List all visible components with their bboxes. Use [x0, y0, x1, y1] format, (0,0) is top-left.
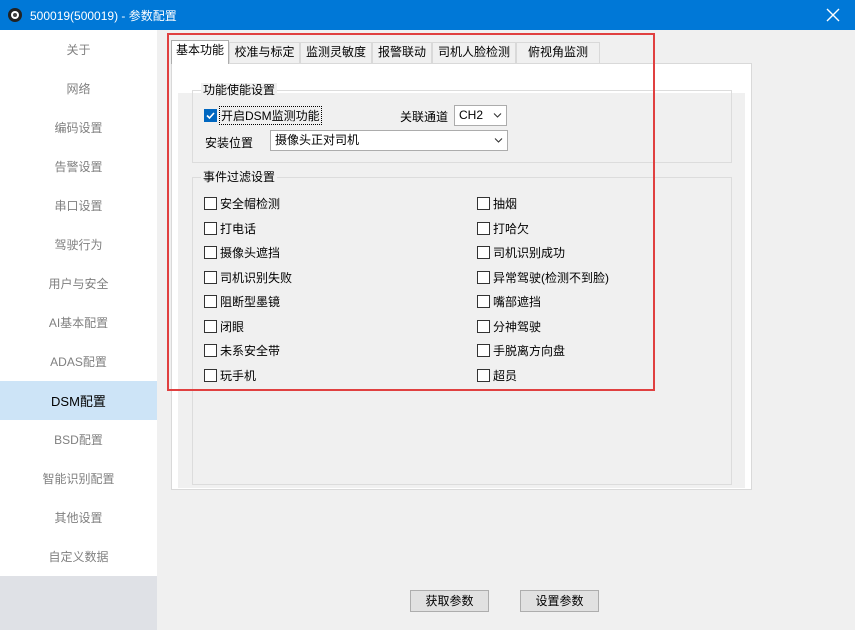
- checkbox-icon: [477, 271, 490, 284]
- event-checkbox-hands-off-wheel[interactable]: 手脱离方向盘: [477, 342, 565, 359]
- event-checkbox-driver-id-success[interactable]: 司机识别成功: [477, 244, 565, 261]
- close-button[interactable]: [811, 0, 855, 30]
- title-bar: 500019(500019) - 参数配置: [0, 0, 855, 30]
- event-checkbox-mouth-blocked[interactable]: 嘴部遮挡: [477, 293, 541, 310]
- event-checkbox-yawning[interactable]: 打哈欠: [477, 220, 529, 237]
- set-params-button[interactable]: 设置参数: [520, 590, 599, 612]
- sidebar-item-serial[interactable]: 串口设置: [0, 186, 157, 225]
- checkbox-icon: [477, 369, 490, 382]
- event-checkbox-eyes-closed[interactable]: 闭眼: [204, 318, 244, 335]
- event-label: 嘴部遮挡: [493, 295, 542, 309]
- enable-dsm-checkbox[interactable]: 开启DSM监测功能: [204, 106, 322, 125]
- main-panel: 基本功能 校准与标定 监测灵敏度 报警联动 司机人脸检测 俯视角监测 功能使能设…: [157, 30, 855, 630]
- event-label: 闭眼: [220, 320, 245, 334]
- checkbox-icon: [204, 344, 217, 357]
- tab-basic-function[interactable]: 基本功能: [171, 40, 229, 64]
- event-label: 未系安全带: [220, 344, 281, 358]
- function-enable-title: 功能使能设置: [201, 83, 278, 97]
- event-label: 摄像头遮挡: [220, 246, 281, 260]
- chevron-down-icon: [494, 138, 503, 143]
- tab-face-detection[interactable]: 司机人脸检测: [432, 42, 516, 63]
- event-checkbox-driver-id-fail[interactable]: 司机识别失败: [204, 269, 292, 286]
- checkbox-icon: [204, 246, 217, 259]
- sidebar-item-other[interactable]: 其他设置: [0, 498, 157, 537]
- sidebar-item-adas[interactable]: ADAS配置: [0, 342, 157, 381]
- checkbox-icon: [477, 246, 490, 259]
- event-label: 安全帽检测: [220, 197, 281, 211]
- app-icon: [6, 6, 24, 24]
- event-checkbox-phone-call[interactable]: 打电话: [204, 220, 256, 237]
- tab-content: 功能使能设置 开启DSM监测功能 关联通道 CH2 安装位置 摄像头正对司机 事…: [178, 83, 745, 488]
- event-checkbox-helmet[interactable]: 安全帽检测: [204, 195, 280, 212]
- tab-panel: 功能使能设置 开启DSM监测功能 关联通道 CH2 安装位置 摄像头正对司机 事…: [171, 63, 752, 490]
- checkbox-icon: [204, 295, 217, 308]
- checkbox-icon: [477, 222, 490, 235]
- event-label: 分神驾驶: [493, 320, 542, 334]
- event-label: 手脱离方向盘: [493, 344, 566, 358]
- channel-label: 关联通道: [400, 110, 449, 124]
- event-label: 抽烟: [493, 197, 518, 211]
- sidebar-item-user-security[interactable]: 用户与安全: [0, 264, 157, 303]
- event-label: 阻断型墨镜: [220, 295, 281, 309]
- event-label: 司机识别成功: [493, 246, 566, 260]
- event-checkbox-phone-use[interactable]: 玩手机: [204, 367, 256, 384]
- event-filter-title: 事件过滤设置: [201, 170, 278, 184]
- get-params-button[interactable]: 获取参数: [410, 590, 489, 612]
- event-label: 打电话: [220, 222, 257, 236]
- close-icon: [826, 8, 840, 22]
- sidebar-item-driving-behavior[interactable]: 驾驶行为: [0, 225, 157, 264]
- event-label: 司机识别失败: [220, 271, 293, 285]
- tab-alarm-linkage[interactable]: 报警联动: [372, 42, 432, 63]
- channel-value: CH2: [459, 108, 484, 122]
- event-label: 异常驾驶(检测不到脸): [493, 271, 609, 285]
- event-checkbox-overload[interactable]: 超员: [477, 367, 517, 384]
- sidebar-item-encoding[interactable]: 编码设置: [0, 108, 157, 147]
- checkbox-checked-icon: [204, 109, 217, 122]
- tab-sensitivity[interactable]: 监测灵敏度: [300, 42, 372, 63]
- event-label: 超员: [493, 369, 518, 383]
- sidebar-item-network[interactable]: 网络: [0, 69, 157, 108]
- checkbox-icon: [204, 320, 217, 333]
- event-label: 打哈欠: [493, 222, 530, 236]
- tab-overhead-monitoring[interactable]: 俯视角监测: [516, 42, 600, 63]
- function-enable-group: 功能使能设置 开启DSM监测功能 关联通道 CH2 安装位置 摄像头正对司机: [192, 83, 732, 163]
- checkbox-icon: [204, 222, 217, 235]
- checkbox-icon: [477, 295, 490, 308]
- event-checkbox-no-seatbelt[interactable]: 未系安全带: [204, 342, 280, 359]
- sidebar-item-custom-data[interactable]: 自定义数据: [0, 537, 157, 576]
- sidebar-item-ai-basic[interactable]: AI基本配置: [0, 303, 157, 342]
- checkbox-icon: [477, 197, 490, 210]
- sidebar-item-alarm[interactable]: 告警设置: [0, 147, 157, 186]
- checkbox-icon: [477, 320, 490, 333]
- sidebar-item-dsm[interactable]: DSM配置: [0, 381, 157, 420]
- event-label: 玩手机: [220, 369, 257, 383]
- position-select[interactable]: 摄像头正对司机: [270, 130, 508, 151]
- enable-dsm-label: 开启DSM监测功能: [219, 106, 322, 125]
- sidebar-item-smart-recognition[interactable]: 智能识别配置: [0, 459, 157, 498]
- event-checkbox-camera-blocked[interactable]: 摄像头遮挡: [204, 244, 280, 261]
- channel-select[interactable]: CH2: [454, 105, 507, 126]
- event-filter-group: 事件过滤设置 安全帽检测 打电话 摄像头遮挡 司机识别失败 阻断型墨镜 闭眼 未…: [192, 170, 732, 485]
- checkbox-icon: [204, 197, 217, 210]
- event-checkbox-sunglasses[interactable]: 阻断型墨镜: [204, 293, 280, 310]
- checkbox-icon: [204, 271, 217, 284]
- tab-calibration[interactable]: 校准与标定: [229, 42, 300, 63]
- checkbox-icon: [477, 344, 490, 357]
- position-value: 摄像头正对司机: [275, 133, 360, 147]
- position-label: 安装位置: [205, 136, 254, 150]
- sidebar: 关于 网络 编码设置 告警设置 串口设置 驾驶行为 用户与安全 AI基本配置 A…: [0, 30, 157, 630]
- checkbox-icon: [204, 369, 217, 382]
- event-checkbox-distracted[interactable]: 分神驾驶: [477, 318, 541, 335]
- sidebar-item-about[interactable]: 关于: [0, 30, 157, 69]
- event-checkbox-smoking[interactable]: 抽烟: [477, 195, 517, 212]
- window-title: 500019(500019) - 参数配置: [30, 9, 177, 23]
- event-checkbox-abnormal-driving[interactable]: 异常驾驶(检测不到脸): [477, 269, 609, 286]
- sidebar-item-bsd[interactable]: BSD配置: [0, 420, 157, 459]
- chevron-down-icon: [493, 113, 502, 118]
